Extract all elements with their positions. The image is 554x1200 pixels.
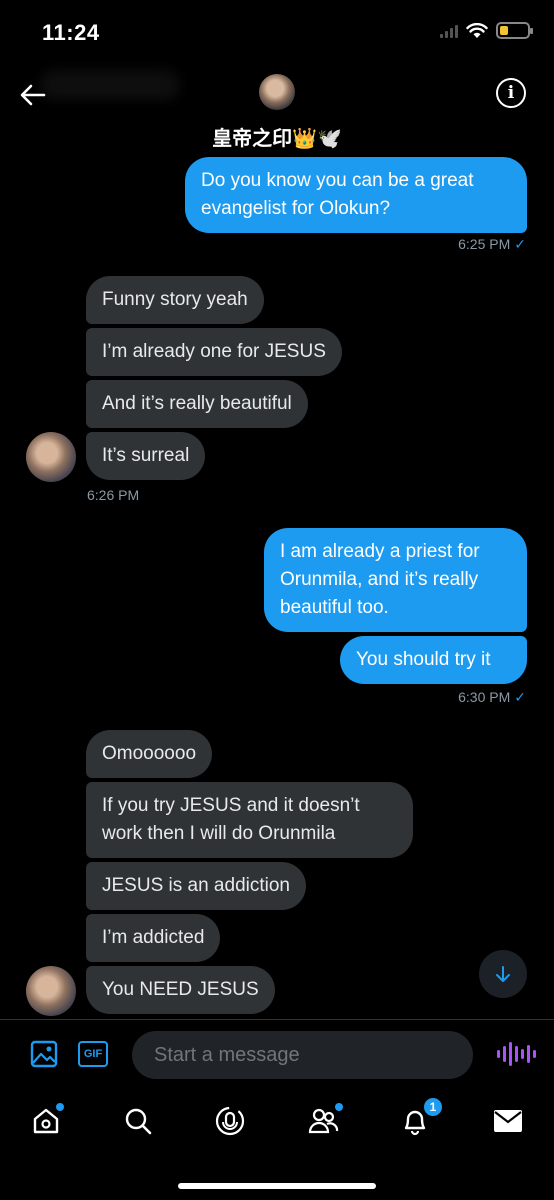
status-icons xyxy=(440,22,533,39)
back-arrow-icon xyxy=(20,84,46,106)
mail-icon xyxy=(494,1110,522,1132)
status-bar: 11:24 xyxy=(0,0,554,64)
read-check-icon: ✓ xyxy=(514,236,526,252)
tab-communities[interactable] xyxy=(305,1103,343,1139)
message-received[interactable]: Omoooooo xyxy=(86,730,213,778)
wifi-icon xyxy=(466,22,488,38)
contact-name[interactable]: 皇帝之印👑🕊️ xyxy=(0,122,554,151)
back-button[interactable] xyxy=(18,80,48,110)
timestamp: 6:26 PM xyxy=(87,487,140,503)
contact-avatar[interactable] xyxy=(26,966,76,1016)
new-content-dot xyxy=(335,1103,343,1111)
status-time: 11:24 xyxy=(42,20,100,45)
tab-home[interactable] xyxy=(28,1103,64,1139)
message-received[interactable]: You NEED JESUS xyxy=(86,966,275,1014)
conversation-header: 皇帝之印👑🕊️ i xyxy=(0,64,554,160)
notifications-badge: 1 xyxy=(423,1097,443,1117)
tab-spaces[interactable] xyxy=(212,1103,248,1139)
timestamp: 6:25 PM ✓ xyxy=(458,236,526,252)
message-sent[interactable]: I am already a priest for Orunmila, and … xyxy=(264,528,527,632)
scroll-to-bottom-button[interactable] xyxy=(479,950,527,998)
message-received[interactable]: I’m already one for JESUS xyxy=(86,328,342,376)
message-received[interactable]: It’s surreal xyxy=(86,432,206,480)
arrow-down-icon xyxy=(496,966,510,982)
search-icon xyxy=(125,1108,152,1135)
read-check-icon: ✓ xyxy=(514,689,526,705)
communities-icon xyxy=(308,1108,339,1134)
message-received[interactable]: And it’s really beautiful xyxy=(86,380,308,428)
contact-avatar[interactable] xyxy=(259,74,295,110)
message-received[interactable]: I’m addicted xyxy=(86,914,221,962)
gif-label: GIF xyxy=(83,1048,103,1060)
voice-message-icon[interactable] xyxy=(497,1042,536,1066)
gif-button[interactable]: GIF xyxy=(78,1041,108,1067)
tab-notifications[interactable]: 1 xyxy=(397,1097,443,1139)
message-composer: GIF xyxy=(0,1019,554,1089)
cellular-signal-icon xyxy=(440,24,458,38)
message-input[interactable] xyxy=(132,1031,473,1079)
new-content-dot xyxy=(56,1103,64,1111)
tab-messages[interactable] xyxy=(490,1103,526,1139)
message-received[interactable]: JESUS is an addiction xyxy=(86,862,306,910)
blurred-overlay xyxy=(40,70,180,100)
timestamp: 6:30 PM ✓ xyxy=(458,689,526,705)
message-received[interactable]: If you try JESUS and it doesn’t work the… xyxy=(86,782,413,858)
contact-avatar[interactable] xyxy=(26,432,76,482)
message-received[interactable]: Funny story yeah xyxy=(86,276,264,324)
image-icon[interactable] xyxy=(30,1040,58,1068)
message-sent[interactable]: You should try it xyxy=(340,636,527,684)
home-indicator[interactable] xyxy=(178,1183,376,1189)
info-button[interactable]: i xyxy=(496,78,526,108)
message-sent[interactable]: Do you know you can be a great evangelis… xyxy=(185,157,527,233)
info-icon: i xyxy=(507,83,515,103)
battery-icon xyxy=(496,22,533,39)
tab-search[interactable] xyxy=(120,1103,156,1139)
spaces-icon xyxy=(215,1106,245,1136)
home-icon xyxy=(33,1108,59,1134)
